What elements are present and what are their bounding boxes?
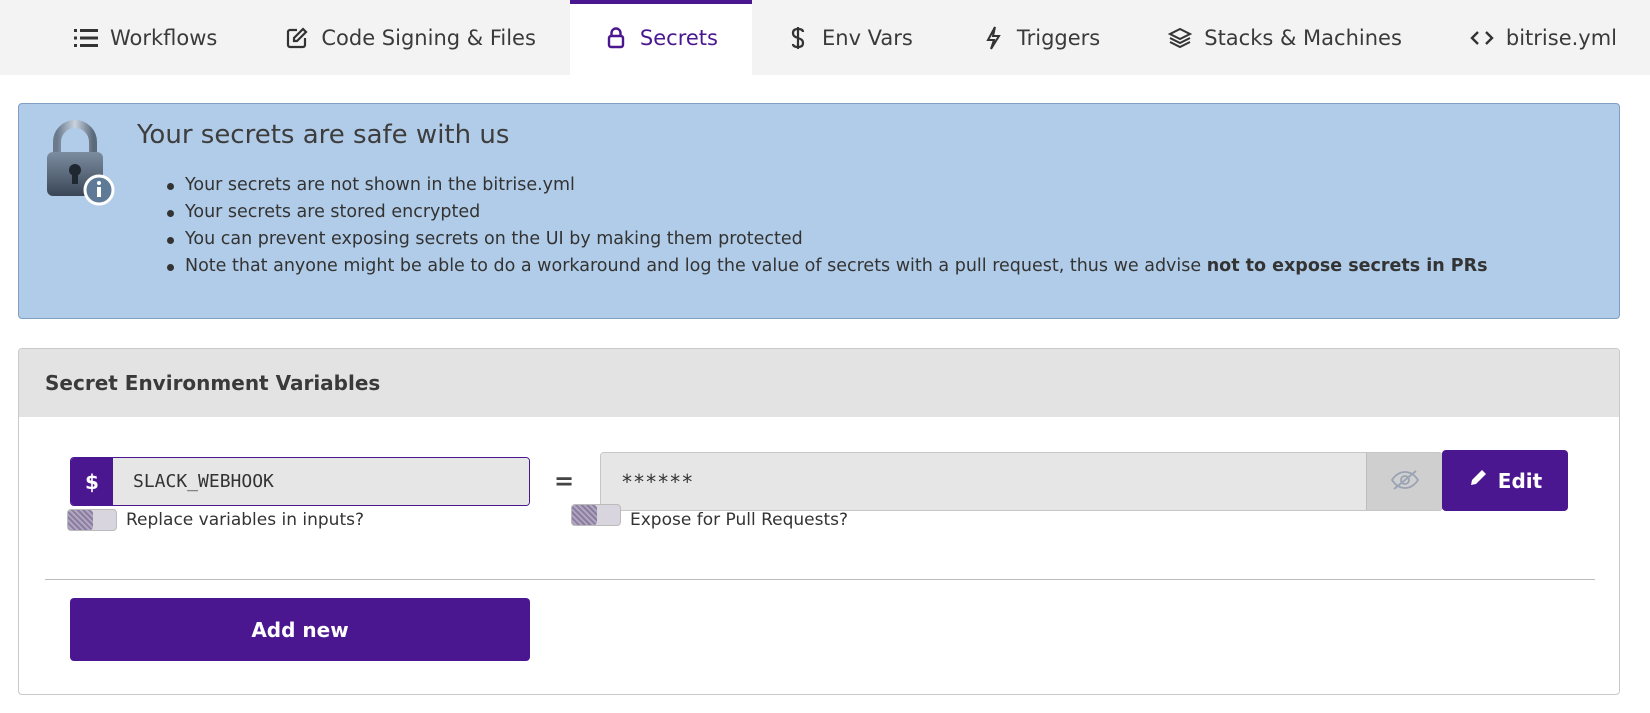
toggle-knob: [68, 510, 93, 530]
banner-warning-emphasis: not to expose secrets in PRs: [1206, 256, 1488, 276]
lightning-icon: [981, 26, 1005, 50]
banner-list-item: Your secrets are not shown in the bitris…: [167, 172, 1488, 199]
tab-stacks-machines[interactable]: Stacks & Machines: [1134, 0, 1436, 75]
secret-key-field: $: [70, 457, 530, 506]
dollar-icon: [786, 26, 810, 50]
banner-list-item: You can prevent exposing secrets on the …: [167, 226, 1488, 253]
toggle-knob: [572, 505, 597, 525]
banner-title: Your secrets are safe with us: [137, 120, 510, 150]
list-icon: [74, 26, 98, 50]
secret-key-input[interactable]: [113, 458, 529, 505]
secrets-info-banner: Your secrets are safe with us Your secre…: [18, 103, 1620, 319]
expose-pull-requests-label: Expose for Pull Requests?: [630, 510, 849, 530]
edit-button-label: Edit: [1497, 468, 1543, 493]
tab-label: Stacks & Machines: [1204, 25, 1402, 50]
tab-env-vars[interactable]: Env Vars: [752, 0, 947, 75]
show-value-button[interactable]: [1366, 453, 1442, 510]
equals-sign: =: [554, 467, 575, 495]
tab-bar: Workflows Code Signing & Files Secrets E…: [0, 0, 1650, 75]
banner-list: Your secrets are not shown in the bitris…: [167, 172, 1488, 280]
secret-value-input[interactable]: [601, 453, 1366, 510]
replace-variables-toggle[interactable]: [67, 509, 117, 531]
tab-label: Workflows: [110, 25, 218, 50]
secret-env-vars-panel: Secret Environment Variables $ = Edit Re…: [18, 348, 1620, 695]
dollar-prefix: $: [71, 458, 113, 505]
eye-off-icon: [1390, 469, 1420, 495]
tab-label: bitrise.yml: [1505, 25, 1618, 50]
divider: [45, 579, 1595, 580]
secret-value-field: [600, 452, 1443, 511]
tab-bitrise-yml[interactable]: bitrise.yml: [1436, 0, 1650, 75]
tab-label: Secrets: [639, 25, 718, 50]
tab-workflows[interactable]: Workflows: [40, 0, 251, 75]
banner-list-item: Your secrets are stored encrypted: [167, 199, 1488, 226]
tab-code-signing[interactable]: Code Signing & Files: [251, 0, 570, 75]
replace-variables-label: Replace variables in inputs?: [126, 510, 364, 530]
banner-list-item: Note that anyone might be able to do a w…: [167, 253, 1488, 280]
tab-label: Env Vars: [821, 25, 913, 50]
expose-pull-requests-toggle[interactable]: [571, 504, 621, 526]
panel-title: Secret Environment Variables: [19, 349, 1619, 417]
edit-button[interactable]: Edit: [1442, 450, 1568, 511]
pencil-icon: [1468, 468, 1488, 493]
add-new-button[interactable]: Add new: [70, 598, 530, 661]
code-icon: [1470, 26, 1494, 50]
padlock-info-icon: [43, 118, 121, 208]
tab-label: Code Signing & Files: [321, 25, 536, 50]
tab-secrets[interactable]: Secrets: [569, 0, 752, 75]
lock-icon: [604, 26, 628, 50]
banner-list-item-text: Note that anyone might be able to do a w…: [185, 256, 1207, 276]
tab-triggers[interactable]: Triggers: [947, 0, 1134, 75]
layers-icon: [1168, 26, 1193, 50]
tab-label: Triggers: [1016, 25, 1101, 50]
edit-square-icon: [285, 26, 309, 50]
